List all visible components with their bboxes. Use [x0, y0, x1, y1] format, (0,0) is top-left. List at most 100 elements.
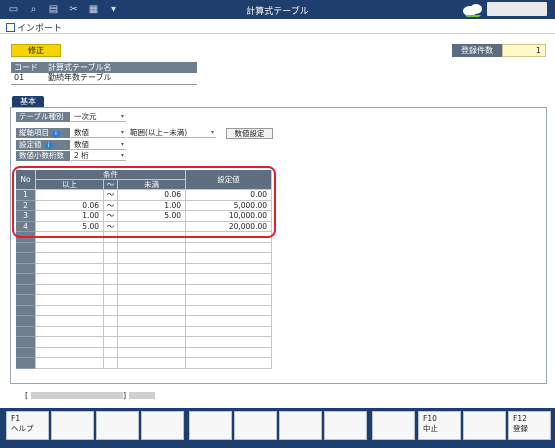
- bracket-open: [: [25, 391, 29, 400]
- chevron-down-icon: ▾: [120, 141, 124, 148]
- fkey-sub-label: 中止: [423, 424, 438, 433]
- max-cell[interactable]: [118, 263, 186, 274]
- max-cell[interactable]: [118, 253, 186, 264]
- max-cell[interactable]: [118, 326, 186, 337]
- min-cell[interactable]: [36, 347, 104, 358]
- fkey-sub-label: 登録: [513, 424, 528, 433]
- table-type-label: テーブル種別: [16, 112, 70, 122]
- table-row[interactable]: [16, 242, 272, 253]
- info-icon[interactable]: i: [44, 142, 53, 150]
- tilde-cell[interactable]: [104, 295, 118, 306]
- fkey-empty[interactable]: [96, 411, 139, 440]
- min-cell[interactable]: [36, 284, 104, 295]
- table-row[interactable]: [16, 295, 272, 306]
- min-cell[interactable]: [36, 305, 104, 316]
- fkey-f10[interactable]: F10 中止: [418, 411, 461, 440]
- tilde-cell[interactable]: [104, 358, 118, 369]
- function-key-bar: F1 ヘルプ F10 中止 F12 登録: [0, 408, 555, 448]
- setting-value-label-text: 設定値: [19, 140, 42, 149]
- setting-value-cell[interactable]: [186, 316, 272, 327]
- setting-value-select[interactable]: 数値 ▾: [71, 140, 126, 150]
- setting-value-cell[interactable]: [186, 284, 272, 295]
- max-cell[interactable]: [118, 337, 186, 348]
- fkey-empty[interactable]: [234, 411, 277, 440]
- info-icon[interactable]: i: [52, 130, 60, 138]
- vertical-item-value: 数値: [74, 128, 89, 137]
- max-cell[interactable]: [118, 284, 186, 295]
- range-select[interactable]: 範囲(以上~未満) ▾: [127, 128, 216, 138]
- setting-value-cell[interactable]: [186, 326, 272, 337]
- fkey-f12[interactable]: F12 登録: [508, 411, 551, 440]
- fkey-empty[interactable]: [463, 411, 506, 440]
- tilde-cell[interactable]: [104, 326, 118, 337]
- fkey-empty[interactable]: [141, 411, 184, 440]
- fkey-empty[interactable]: [189, 411, 232, 440]
- row-number: [16, 305, 36, 316]
- decimal-places-value: 2 桁: [74, 151, 89, 160]
- setting-value-cell[interactable]: [186, 358, 272, 369]
- table-row[interactable]: [16, 358, 272, 369]
- max-cell[interactable]: [118, 295, 186, 306]
- table-row[interactable]: [16, 274, 272, 285]
- table-row[interactable]: [16, 337, 272, 348]
- table-row[interactable]: [16, 305, 272, 316]
- table-row[interactable]: [16, 347, 272, 358]
- tilde-cell[interactable]: [104, 347, 118, 358]
- fkey-label: F12: [513, 414, 527, 423]
- vertical-item-select[interactable]: 数値 ▾: [71, 128, 126, 138]
- table-row[interactable]: [16, 253, 272, 264]
- row-number: [16, 284, 36, 295]
- setting-value-cell[interactable]: [186, 242, 272, 253]
- fkey-f1[interactable]: F1 ヘルプ: [6, 411, 49, 440]
- import-link[interactable]: インポート: [6, 21, 62, 34]
- setting-value-cell[interactable]: [186, 337, 272, 348]
- chevron-down-icon: ▾: [120, 113, 124, 120]
- min-cell[interactable]: [36, 295, 104, 306]
- fkey-empty[interactable]: [372, 411, 415, 440]
- table-row[interactable]: [16, 263, 272, 274]
- tilde-cell[interactable]: [104, 274, 118, 285]
- setting-value-cell[interactable]: [186, 274, 272, 285]
- setting-value-cell[interactable]: [186, 305, 272, 316]
- min-cell[interactable]: [36, 253, 104, 264]
- max-cell[interactable]: [118, 305, 186, 316]
- tilde-cell[interactable]: [104, 316, 118, 327]
- min-cell[interactable]: [36, 263, 104, 274]
- decimal-places-select[interactable]: 2 桁 ▾: [71, 151, 126, 161]
- tilde-cell[interactable]: [104, 337, 118, 348]
- max-cell[interactable]: [118, 242, 186, 253]
- tilde-cell[interactable]: [104, 284, 118, 295]
- max-cell[interactable]: [118, 358, 186, 369]
- sub-toolbar: インポート: [0, 19, 555, 34]
- bracket-close: ]: [123, 391, 127, 400]
- table-type-select[interactable]: 一次元 ▾: [71, 112, 126, 122]
- table-row[interactable]: [16, 316, 272, 327]
- max-cell[interactable]: [118, 316, 186, 327]
- row-number: [16, 242, 36, 253]
- min-cell[interactable]: [36, 274, 104, 285]
- max-cell[interactable]: [118, 347, 186, 358]
- min-cell[interactable]: [36, 242, 104, 253]
- tilde-cell[interactable]: [104, 263, 118, 274]
- setting-value-cell[interactable]: [186, 253, 272, 264]
- tilde-cell[interactable]: [104, 305, 118, 316]
- fkey-empty[interactable]: [279, 411, 322, 440]
- fkey-empty[interactable]: [51, 411, 94, 440]
- setting-value-cell[interactable]: [186, 263, 272, 274]
- min-cell[interactable]: [36, 337, 104, 348]
- setting-value-cell[interactable]: [186, 347, 272, 358]
- row-number: [16, 295, 36, 306]
- tilde-cell[interactable]: [104, 242, 118, 253]
- max-cell[interactable]: [118, 274, 186, 285]
- setting-value-cell[interactable]: [186, 295, 272, 306]
- numeric-settings-button[interactable]: 数値設定: [226, 128, 273, 139]
- min-cell[interactable]: [36, 316, 104, 327]
- min-cell[interactable]: [36, 326, 104, 337]
- tilde-cell[interactable]: [104, 253, 118, 264]
- table-row[interactable]: [16, 326, 272, 337]
- row-number: [16, 253, 36, 264]
- min-cell[interactable]: [36, 358, 104, 369]
- row-number: [16, 274, 36, 285]
- fkey-empty[interactable]: [324, 411, 367, 440]
- table-row[interactable]: [16, 284, 272, 295]
